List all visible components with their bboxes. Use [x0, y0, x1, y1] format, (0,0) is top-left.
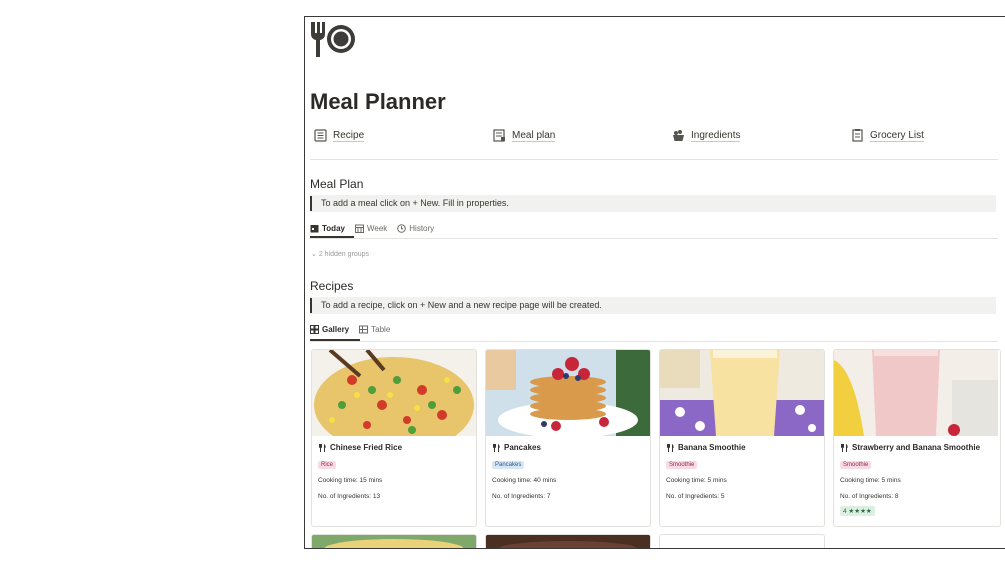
link-ingredients[interactable]: Ingredients [672, 129, 741, 142]
notion-page: Meal Planner Recipe Meal plan Ingredient… [304, 16, 1005, 549]
ingredients-basket-icon [673, 130, 684, 141]
recipe-name: Strawberry and Banana Smoothie [852, 443, 981, 452]
tab-label: Table [371, 324, 391, 334]
link-grocery-list[interactable]: Grocery List [851, 129, 924, 142]
strawberry-smoothie-image [834, 350, 998, 436]
link-label: Recipe [333, 129, 365, 142]
clock-icon [397, 223, 407, 233]
fork-plate-icon[interactable] [307, 19, 357, 59]
ingredient-count: No. of Ingredients: 13 [318, 493, 381, 500]
tab-history[interactable]: History [397, 224, 434, 233]
ingredient-count: No. of Ingredients: 8 [840, 493, 899, 500]
callout-bar [310, 298, 312, 313]
recipe-title: Chinese Fried Rice [318, 443, 402, 452]
meal-plan-icon [493, 129, 505, 142]
hidden-groups-toggle[interactable]: ⌄ 2 hidden groups [311, 250, 369, 258]
tab-label: History [409, 223, 435, 233]
chocolate-dish-image [486, 535, 650, 548]
recipes-view-tabs: Gallery Table [310, 322, 390, 336]
link-meal-plan[interactable]: Meal plan [493, 129, 556, 142]
category-tag: Smoothie [666, 461, 698, 469]
divider [310, 341, 998, 342]
recipes-callout: To add a recipe, click on + New and a ne… [310, 297, 996, 314]
recipe-card-peek[interactable] [659, 534, 825, 548]
cooking-time: Cooking time: 15 mins [318, 477, 383, 484]
table-icon [359, 325, 369, 333]
salad-image [312, 535, 476, 548]
fork-knife-icon [493, 443, 500, 452]
recipe-card[interactable]: Banana Smoothie Smoothie Cooking time: 5… [659, 349, 825, 527]
callout-text: To add a recipe, click on + New and a ne… [321, 300, 602, 310]
recipe-card[interactable]: Chinese Fried Rice Rice Cooking time: 15… [311, 349, 477, 527]
pancakes-image [486, 350, 650, 436]
recipe-name: Pancakes [504, 443, 541, 452]
divider [310, 159, 998, 160]
meal-plan-heading: Meal Plan [310, 177, 364, 191]
meal-plan-callout: To add a meal click on + New. Fill in pr… [310, 195, 996, 212]
recipe-title: Banana Smoothie [666, 443, 746, 452]
callout-text: To add a meal click on + New. Fill in pr… [321, 198, 509, 208]
tab-label: Today [322, 223, 345, 233]
page-title: Meal Planner [310, 89, 446, 114]
cooking-time: Cooking time: 5 mins [840, 477, 901, 484]
category-tag: Rice [318, 461, 337, 469]
category-tag: Pancakes [492, 461, 525, 469]
banana-smoothie-image [660, 350, 824, 436]
fork-knife-icon [667, 443, 674, 452]
quick-links: Recipe Meal plan Ingredients Grocery Lis… [305, 129, 1005, 149]
recipe-title: Strawberry and Banana Smoothie [840, 443, 980, 452]
grocery-list-icon [852, 129, 863, 142]
link-label: Meal plan [512, 129, 556, 142]
recipe-book-icon [314, 129, 327, 142]
recipe-card-peek[interactable] [311, 534, 477, 548]
tab-today[interactable]: Today [310, 224, 345, 233]
recipe-card-peek[interactable] [485, 534, 651, 548]
hidden-groups-label: 2 hidden groups [318, 251, 370, 258]
link-recipe[interactable]: Recipe [314, 129, 365, 142]
tab-week[interactable]: Week [354, 223, 388, 233]
tab-label: Week [366, 223, 388, 233]
fried-rice-image [312, 350, 476, 436]
rating-badge: 4 ★★★★ [840, 506, 875, 516]
fork-knife-icon [841, 443, 848, 452]
chevron-down-icon: ⌄ [311, 251, 319, 258]
ingredient-count: No. of Ingredients: 7 [492, 493, 551, 500]
cooking-time: Cooking time: 40 mins [492, 477, 557, 484]
link-label: Grocery List [870, 129, 924, 142]
tab-table[interactable]: Table [359, 325, 390, 334]
ingredient-count: No. of Ingredients: 5 [666, 493, 725, 500]
fork-knife-icon [319, 443, 326, 452]
gallery-icon [310, 324, 319, 334]
calendar-today-icon [310, 224, 319, 232]
tab-label: Gallery [322, 324, 350, 334]
recipe-name: Chinese Fried Rice [330, 443, 403, 452]
recipe-title: Pancakes [492, 443, 541, 452]
cooking-time: Cooking time: 5 mins [666, 477, 727, 484]
calendar-week-icon [354, 224, 364, 233]
link-label: Ingredients [691, 129, 741, 142]
category-tag: Smoothie [840, 461, 872, 469]
recipe-card[interactable]: Strawberry and Banana Smoothie Smoothie … [833, 349, 1001, 527]
tab-gallery[interactable]: Gallery [310, 324, 350, 334]
recipe-card[interactable]: Pancakes Pancakes Cooking time: 40 mins … [485, 349, 651, 527]
meal-plan-view-tabs: Today Week History [310, 221, 434, 235]
recipe-name: Banana Smoothie [678, 443, 746, 452]
callout-bar [310, 196, 312, 211]
divider [310, 238, 998, 239]
recipes-heading: Recipes [310, 279, 354, 293]
